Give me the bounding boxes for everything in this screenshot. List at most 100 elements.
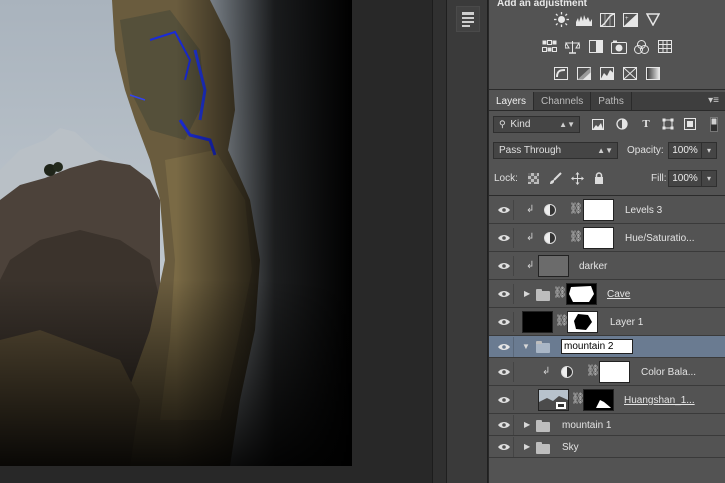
layer-row-color-balance[interactable]: ↲ ⛓ Color Bala... <box>489 358 725 386</box>
photo-filter-icon[interactable] <box>610 39 627 54</box>
layer-row-mountain-2[interactable]: ▼ mountain 2 <box>489 336 725 358</box>
layer-name[interactable]: Levels 3 <box>625 205 662 216</box>
channel-mixer-icon[interactable] <box>633 39 650 54</box>
link-chain-icon[interactable]: ⛓ <box>569 202 583 215</box>
panel-menu-icon[interactable]: ▾≡ <box>708 95 719 106</box>
vibrance-icon[interactable] <box>645 12 662 27</box>
photoshop-window: Add an adjustment + Layers Channels Path… <box>0 0 725 483</box>
opacity-dropdown[interactable]: ▾ <box>702 142 717 159</box>
visibility-eye-icon[interactable] <box>494 284 514 304</box>
folder-icon <box>536 442 550 454</box>
layer-row-sky[interactable]: ▶ Sky <box>489 436 725 458</box>
adjustments-row-1: + <box>489 12 725 27</box>
document-canvas[interactable] <box>0 0 352 466</box>
folder-open-icon <box>536 341 550 353</box>
exposure-icon[interactable]: + <box>622 12 639 27</box>
visibility-eye-icon[interactable] <box>494 337 514 357</box>
layer-name[interactable]: mountain 1 <box>562 420 611 431</box>
threshold-icon[interactable] <box>599 66 616 81</box>
expand-triangle-icon[interactable]: ▶ <box>524 420 530 429</box>
opacity-input[interactable]: 100% <box>668 142 702 159</box>
layer-thumbnail[interactable] <box>538 255 569 277</box>
filter-toggle-switch[interactable] <box>707 116 721 132</box>
layer-thumbnail[interactable] <box>522 311 553 333</box>
layer-name[interactable]: Hue/Saturatio... <box>625 233 694 244</box>
levels-icon[interactable] <box>576 12 593 27</box>
hue-saturation-icon[interactable] <box>541 39 558 54</box>
posterize-icon[interactable] <box>576 66 593 81</box>
visibility-eye-icon[interactable] <box>494 228 514 248</box>
expand-triangle-icon[interactable]: ▶ <box>524 289 530 298</box>
layer-mask-thumbnail[interactable] <box>583 199 614 221</box>
filter-type-icon[interactable]: T <box>639 117 653 131</box>
blend-mode-label: Pass Through <box>499 145 562 156</box>
fill-dropdown[interactable]: ▾ <box>702 170 717 187</box>
filter-pixel-icon[interactable] <box>591 117 605 131</box>
filter-smart-object-icon[interactable] <box>683 117 697 131</box>
visibility-eye-icon[interactable] <box>494 390 514 410</box>
canvas-vertical-scrollbar[interactable] <box>432 0 446 483</box>
lock-transparent-icon[interactable] <box>526 171 540 185</box>
visibility-eye-icon[interactable] <box>494 200 514 220</box>
visibility-eye-icon[interactable] <box>494 256 514 276</box>
lock-label: Lock: <box>494 173 518 184</box>
visibility-eye-icon[interactable] <box>494 362 514 382</box>
layer-name[interactable]: Color Bala... <box>641 367 696 378</box>
layer-thumbnail[interactable] <box>538 389 569 411</box>
visibility-eye-icon[interactable] <box>494 415 514 435</box>
clipping-arrow-icon: ↲ <box>542 366 551 377</box>
link-chain-icon[interactable]: ⛓ <box>569 230 583 243</box>
clipping-arrow-icon: ↲ <box>526 204 535 215</box>
blend-mode-select[interactable]: Pass Through ▲▼ <box>493 142 618 159</box>
lock-position-move-icon[interactable] <box>570 171 584 185</box>
canvas-area <box>0 0 432 483</box>
layer-row-cave[interactable]: ▶ ⛓ Cave <box>489 280 725 308</box>
layer-row-layer-1[interactable]: ⛓ Layer 1 <box>489 308 725 336</box>
filter-kind-select[interactable]: ⚲ Kind ▲▼ <box>493 116 580 133</box>
color-lookup-icon[interactable] <box>656 39 673 54</box>
layer-row-hue-saturation[interactable]: ↲ ⛓ Hue/Saturatio... <box>489 224 725 252</box>
layer-name[interactable]: Huangshan_1... <box>624 395 695 406</box>
layer-rename-input[interactable]: mountain 2 <box>561 339 633 354</box>
blend-row: Pass Through ▲▼ Opacity: 100% ▾ <box>493 142 721 162</box>
dropdown-arrow-icon: ▲▼ <box>597 146 613 155</box>
filter-adjustment-icon[interactable] <box>615 117 629 131</box>
layer-mask-thumbnail[interactable] <box>599 361 630 383</box>
layer-mask-thumbnail[interactable] <box>583 227 614 249</box>
lock-pixels-brush-icon[interactable] <box>548 171 562 185</box>
layer-row-levels-3[interactable]: ↲ ⛓ Levels 3 <box>489 196 725 224</box>
layer-name[interactable]: darker <box>579 261 607 272</box>
layer-name[interactable]: Layer 1 <box>610 317 643 328</box>
link-chain-icon[interactable]: ⛓ <box>586 364 600 377</box>
color-balance-icon[interactable] <box>564 39 581 54</box>
lock-row: Lock: Fill: 100% ▾ <box>493 170 721 190</box>
expand-triangle-icon[interactable]: ▶ <box>524 442 530 451</box>
search-icon: ⚲ <box>499 119 506 129</box>
invert-icon[interactable] <box>553 66 570 81</box>
black-white-icon[interactable] <box>587 39 604 54</box>
group-mask-thumbnail[interactable] <box>566 283 597 305</box>
layer-row-darker[interactable]: ↲ darker <box>489 252 725 280</box>
fill-input[interactable]: 100% <box>668 170 702 187</box>
curves-icon[interactable] <box>599 12 616 27</box>
layer-row-mountain-1[interactable]: ▶ mountain 1 <box>489 414 725 436</box>
layer-name[interactable]: Cave <box>607 289 630 300</box>
visibility-eye-icon[interactable] <box>494 312 514 332</box>
tab-channels[interactable]: Channels <box>534 92 592 110</box>
layer-mask-thumbnail[interactable] <box>567 311 598 333</box>
brightness-contrast-icon[interactable] <box>553 12 570 27</box>
tab-paths[interactable]: Paths <box>591 92 632 110</box>
properties-panel-button[interactable] <box>456 6 480 32</box>
visibility-eye-icon[interactable] <box>494 437 514 457</box>
gradient-map-icon[interactable] <box>645 66 662 81</box>
tab-layers[interactable]: Layers <box>489 92 535 110</box>
collapse-triangle-icon[interactable]: ▼ <box>522 342 530 351</box>
layer-mask-thumbnail[interactable] <box>583 389 614 411</box>
layer-row-huangshan[interactable]: ⛓ Huangshan_1... <box>489 386 725 414</box>
link-chain-icon[interactable]: ⛓ <box>553 286 567 299</box>
filter-shape-icon[interactable] <box>661 117 675 131</box>
fill-label: Fill: <box>651 173 667 184</box>
lock-all-padlock-icon[interactable] <box>592 171 606 185</box>
layer-name[interactable]: Sky <box>562 442 579 453</box>
selective-color-icon[interactable] <box>622 66 639 81</box>
